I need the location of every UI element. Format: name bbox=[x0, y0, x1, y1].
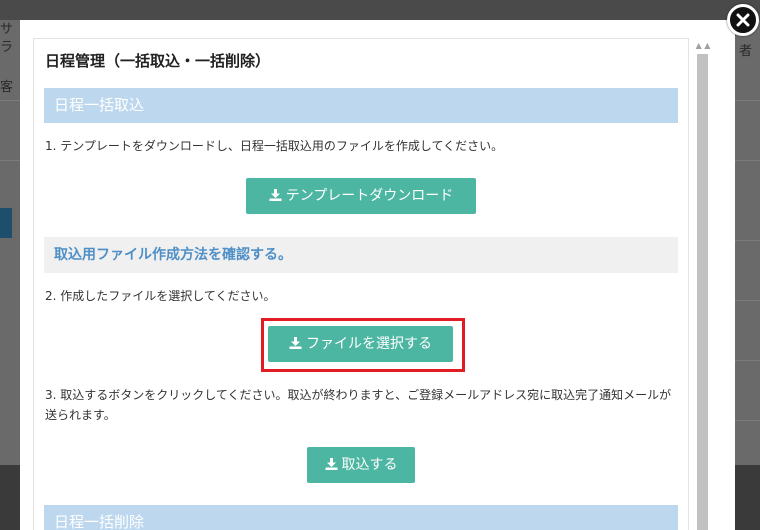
background-divider bbox=[735, 420, 760, 421]
template-download-label: テンプレートダウンロード bbox=[285, 188, 454, 204]
background-divider bbox=[735, 300, 760, 301]
modal-title: 日程管理（一括取込・一括削除） bbox=[45, 52, 271, 70]
step-2-text: 2. 作成したファイルを選択してください。 bbox=[45, 289, 276, 303]
template-download-button[interactable]: テンプレートダウンロード bbox=[246, 178, 476, 214]
import-label: 取込する bbox=[341, 457, 398, 473]
background-text: ラ bbox=[0, 40, 14, 55]
section-header-delete: 日程一括削除 bbox=[44, 505, 678, 530]
download-icon bbox=[269, 189, 282, 201]
background-text: 者 bbox=[739, 44, 753, 59]
scroll-thumb[interactable] bbox=[697, 54, 708, 530]
section-header-import: 日程一括取込 bbox=[44, 88, 678, 123]
select-file-button[interactable]: ファイルを選択する bbox=[268, 326, 453, 362]
howto-link-heading[interactable]: 取込用ファイル作成方法を確認する。 bbox=[44, 237, 678, 273]
close-icon bbox=[736, 13, 750, 27]
background-divider bbox=[735, 160, 760, 161]
background-divider bbox=[735, 240, 760, 241]
step-1-text: 1. テンプレートをダウンロードし、日程一括取込用のファイルを作成してください。 bbox=[45, 139, 504, 153]
modal-scrollbar[interactable]: ▲ ▲ bbox=[692, 38, 714, 530]
background-text: サ bbox=[0, 22, 14, 37]
background-divider bbox=[735, 360, 760, 361]
scroll-up-arrows[interactable]: ▲ ▲ bbox=[692, 40, 714, 52]
close-button[interactable] bbox=[727, 4, 759, 36]
background-topbar bbox=[0, 0, 760, 20]
background-divider bbox=[0, 160, 20, 161]
import-button[interactable]: 取込する bbox=[307, 447, 415, 483]
background-divider bbox=[0, 100, 20, 101]
background-text: 客 bbox=[0, 80, 14, 95]
step-3-text: 3. 取込するボタンをクリックしてください。取込が終わりますと、ご登録メールアド… bbox=[45, 388, 672, 422]
background-nav-accent bbox=[0, 208, 12, 238]
download-icon bbox=[289, 337, 302, 349]
select-file-label: ファイルを選択する bbox=[306, 336, 432, 352]
download-icon bbox=[325, 458, 337, 470]
background-divider bbox=[735, 100, 760, 101]
